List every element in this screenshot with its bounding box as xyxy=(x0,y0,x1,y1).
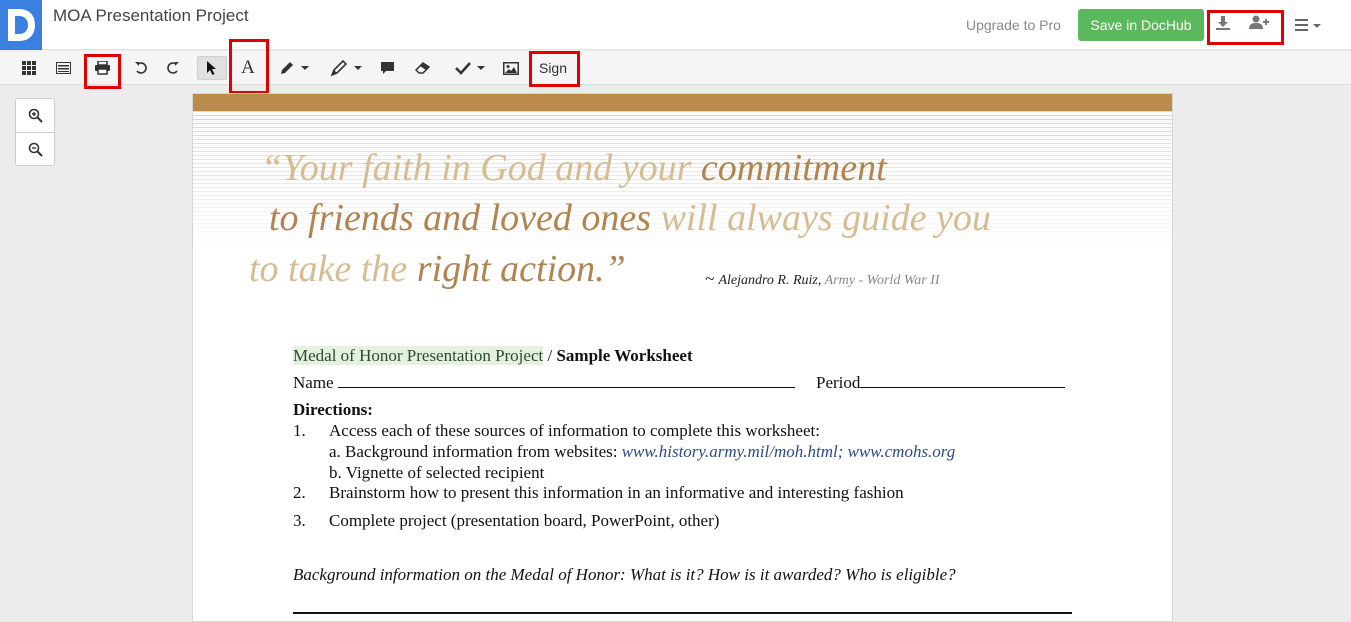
direction-item-1-num: 1. xyxy=(293,421,306,440)
checkmark-dropdown-caret[interactable] xyxy=(477,66,485,70)
undo-icon[interactable] xyxy=(131,56,151,80)
directions-label: Directions: xyxy=(293,400,373,419)
add-user-icon[interactable] xyxy=(1249,14,1271,36)
menu-icon[interactable] xyxy=(1295,16,1323,34)
page-header-bar xyxy=(193,94,1172,111)
quote-text-emphasis: commitment xyxy=(700,147,887,189)
comment-icon[interactable] xyxy=(376,56,398,80)
document-page[interactable]: “Your faith in God and your commitment t… xyxy=(192,93,1173,622)
page-list-icon[interactable] xyxy=(52,56,74,80)
background-question: Background information on the Medal of H… xyxy=(293,565,956,584)
direction-item-1: Access each of these sources of informat… xyxy=(329,421,820,440)
image-icon[interactable] xyxy=(500,56,522,80)
apps-grid-icon[interactable] xyxy=(18,56,40,80)
period-field-row: Period xyxy=(816,373,1066,393)
quote-line-3: to take the right action.” xyxy=(249,247,626,291)
app-header: MOA Presentation Project Upgrade to Pro … xyxy=(0,0,1351,50)
dochub-logo[interactable] xyxy=(0,0,42,50)
quote-attribution: ~ Alejandro R. Ruiz, Army - World War II xyxy=(705,269,939,289)
select-cursor-icon[interactable] xyxy=(197,56,227,80)
zoom-out-icon[interactable] xyxy=(16,133,54,166)
document-title[interactable]: MOA Presentation Project xyxy=(53,6,249,26)
save-button[interactable]: Save in DocHub xyxy=(1078,9,1204,41)
highlighter-icon[interactable] xyxy=(325,56,367,80)
quote-line-2: to friends and loved ones will always gu… xyxy=(269,196,991,240)
direction-item-3: Complete project (presentation board, Po… xyxy=(329,511,720,530)
sign-button[interactable]: Sign xyxy=(535,56,571,80)
zoom-in-icon[interactable] xyxy=(16,99,54,132)
period-label: Period xyxy=(816,373,861,392)
zoom-controls xyxy=(15,98,55,166)
direction-item-3-num: 3. xyxy=(293,511,306,530)
worksheet-title-bold: Sample Worksheet xyxy=(556,346,693,365)
pen-dropdown-caret[interactable] xyxy=(301,66,309,70)
worksheet-title: Medal of Honor Presentation Project / Sa… xyxy=(293,346,693,366)
name-field-row: Name xyxy=(293,373,795,393)
eraser-icon[interactable] xyxy=(412,56,434,80)
download-icon[interactable] xyxy=(1214,14,1236,36)
quote-text-emphasis: right action.” xyxy=(416,248,626,290)
name-line[interactable] xyxy=(337,374,795,388)
sub-a-links[interactable]: www.history.army.mil/moh.html; www.cmohs… xyxy=(622,442,956,461)
period-line[interactable] xyxy=(860,374,1066,388)
attribution-detail: Army - World War II xyxy=(824,273,940,288)
worksheet-title-separator: / xyxy=(543,346,557,365)
attribution-tilde: ~ xyxy=(705,269,719,288)
direction-sub-b: b. Vignette of selected recipient xyxy=(329,463,545,482)
name-label: Name xyxy=(293,373,334,392)
redo-icon[interactable] xyxy=(163,56,183,80)
direction-item-2-num: 2. xyxy=(293,483,306,502)
sign-label: Sign xyxy=(538,60,568,76)
worksheet-title-highlight: Medal of Honor Presentation Project xyxy=(293,346,544,365)
sub-a-text: a. Background information from websites: xyxy=(329,442,622,461)
upgrade-link[interactable]: Upgrade to Pro xyxy=(966,17,1061,33)
highlighter-dropdown-caret[interactable] xyxy=(354,66,362,70)
answer-line[interactable] xyxy=(293,612,1072,614)
text-tool-icon[interactable]: A xyxy=(236,56,260,80)
text-tool-glyph: A xyxy=(241,57,255,78)
quote-text: to take the xyxy=(249,248,417,290)
direction-sub-a: a. Background information from websites:… xyxy=(329,442,955,462)
quote-text: “Your faith in God and your xyxy=(261,147,701,189)
checkmark-icon[interactable] xyxy=(450,56,490,80)
quote-line-1: “Your faith in God and your commitment xyxy=(261,146,887,190)
print-icon[interactable] xyxy=(91,56,113,80)
quote-text: will always guide you xyxy=(660,197,991,239)
direction-item-2: Brainstorm how to present this informati… xyxy=(329,483,904,502)
attribution-name: Alejandro R. Ruiz, xyxy=(718,273,825,288)
editor-toolbar: A Sign xyxy=(0,39,1351,94)
quote-text-emphasis: to friends and loved ones xyxy=(269,197,661,239)
pen-icon[interactable] xyxy=(275,56,313,80)
